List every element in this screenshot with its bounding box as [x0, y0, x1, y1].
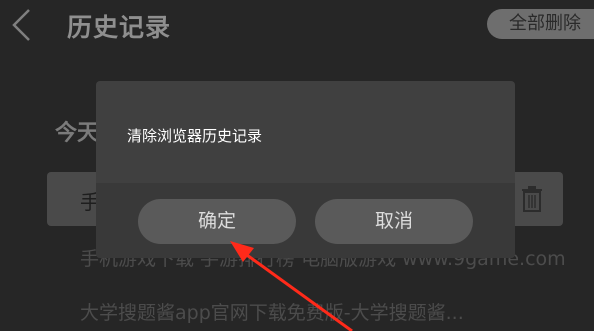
delete-all-button[interactable]: 全部删除 — [487, 9, 594, 39]
back-button[interactable] — [6, 6, 38, 44]
chevron-left-icon — [12, 9, 30, 41]
history-screen: 历史记录 全部删除 今天 手 手机游戏下载 手游排行榜 电脑版游戏 www.9g… — [0, 0, 594, 331]
page-title: 历史记录 — [67, 13, 172, 42]
confirm-button[interactable]: 确定 — [138, 199, 296, 244]
delete-item-button[interactable] — [521, 186, 543, 212]
page-header: 历史记录 全部删除 — [0, 0, 594, 52]
cancel-button[interactable]: 取消 — [315, 199, 473, 244]
clear-history-dialog: 清除浏览器历史记录 确定 取消 — [96, 81, 515, 258]
history-item[interactable]: 大学搜题酱app官网下载免费版-大学搜题酱... — [80, 298, 464, 325]
section-heading-today: 今天 — [55, 121, 100, 146]
dialog-message: 清除浏览器历史记录 — [127, 127, 263, 145]
trash-icon — [522, 186, 542, 212]
dialog-footer: 确定 取消 — [96, 183, 515, 258]
